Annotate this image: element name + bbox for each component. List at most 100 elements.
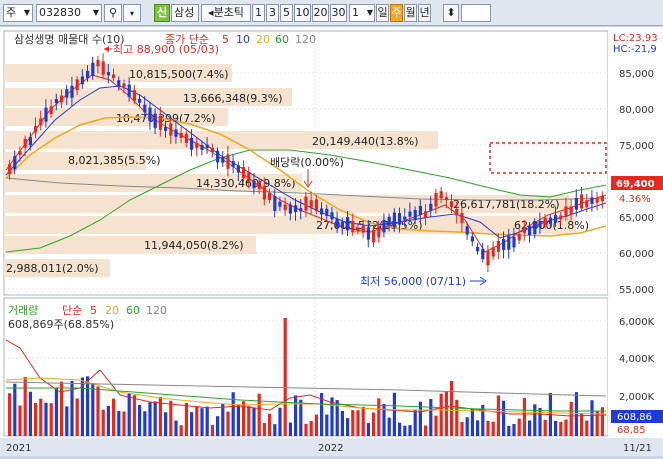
candle-body [143, 104, 147, 113]
time-label-current: 11/21 [623, 443, 652, 454]
volume-bar [44, 402, 48, 436]
time-label-2022: 2022 [318, 443, 343, 454]
interval-10[interactable]: 10 [294, 4, 311, 22]
candle-body [356, 227, 360, 232]
period-year[interactable]: 년 [418, 4, 431, 22]
volume-bar [101, 409, 105, 436]
volume-bar [143, 411, 147, 436]
ma-legend-20: 20 [256, 33, 270, 46]
candle-body [304, 196, 308, 211]
candle-body [49, 106, 53, 115]
candle-body [600, 196, 604, 202]
ma-legend-60: 60 [275, 33, 289, 46]
extra-input[interactable] [461, 4, 491, 22]
volume-ma-20: 20 [105, 304, 119, 317]
candle-body [54, 99, 58, 104]
toolbar: 주 ▼ 032830 ▼ ⚲ ▾ 신 삼성 ◂분초틱 1 3 5 10 20 30 … [0, 0, 663, 26]
candle-body [361, 225, 365, 233]
volume-bar [569, 401, 573, 436]
new-badge[interactable]: 신 [154, 4, 170, 22]
menu-button[interactable]: ▾ [123, 4, 141, 22]
interval-5[interactable]: 5 [280, 4, 293, 22]
volume-bar [429, 399, 433, 436]
period-prefix[interactable]: ◂분초틱 [201, 4, 251, 22]
volume-bar [465, 417, 469, 436]
volume-bar [60, 381, 64, 436]
candle-body [444, 197, 448, 201]
volume-bar [304, 423, 308, 436]
candle-body [465, 226, 469, 235]
volume-bar [179, 425, 183, 436]
period-month[interactable]: 월 [404, 4, 417, 22]
volume-bar [283, 318, 287, 436]
candle-body [403, 216, 407, 220]
volume-bar [13, 383, 17, 436]
candle-body [60, 95, 64, 103]
volume-bar [96, 386, 100, 436]
volume-bar [439, 393, 443, 436]
interval-30[interactable]: 30 [330, 4, 347, 22]
stock-code-input[interactable]: 032830 ▼ [36, 4, 102, 22]
volume-bar [491, 421, 495, 436]
candle-body [522, 228, 526, 233]
volume-ma-label: 단순 [62, 304, 82, 317]
volume-bar [351, 410, 355, 436]
interval-value: 1 [352, 6, 359, 19]
candle-body [44, 107, 48, 122]
period-day[interactable]: 일 [376, 4, 389, 22]
volume-bar [278, 407, 282, 436]
stock-code-value: 032830 [39, 6, 81, 19]
volume-bar [434, 415, 438, 436]
volume-bar [408, 425, 412, 436]
candle-body [335, 218, 339, 228]
volume-bar [554, 420, 558, 436]
volume-bar [413, 409, 417, 436]
candle-body [507, 236, 511, 250]
interval-1[interactable]: 1 [252, 4, 265, 22]
volume-bar [153, 401, 157, 436]
profile-label: 14,330,460(9.8%) [196, 177, 296, 190]
candle-body [569, 206, 573, 215]
candle-body [184, 133, 188, 143]
chevron-down-icon: ▼ [92, 8, 99, 17]
stock-chart: 10,815,500(7.4%) 13,666,348(9.3%) 10,470… [0, 30, 663, 456]
candle-body [481, 248, 485, 259]
interval-input[interactable]: 1 ▼ [349, 4, 375, 22]
price-tick: 60,000 [619, 249, 654, 260]
volume-bar [507, 425, 511, 436]
candle-body [564, 206, 568, 217]
candle-body [314, 199, 318, 211]
volume-bar [455, 399, 459, 436]
interval-20[interactable]: 20 [312, 4, 329, 22]
volume-bar [216, 416, 220, 436]
candle-body [169, 123, 173, 136]
candle-body [585, 200, 589, 208]
candle-body [543, 217, 547, 225]
up-down-arrow-icon: ⬍ [446, 6, 456, 19]
candle-body [153, 113, 157, 129]
candle-body [138, 98, 142, 103]
candle-body [387, 216, 391, 226]
candle-body [548, 217, 552, 224]
scroll-button[interactable]: ⬍ [443, 4, 459, 22]
volume-bar [49, 403, 53, 436]
volume-bar [309, 420, 313, 436]
dropdown-icon: ▾ [129, 9, 134, 18]
candle-body [252, 180, 256, 189]
search-button[interactable]: ⚲ [104, 4, 122, 22]
volume-tick: 6,000K [619, 317, 655, 328]
interval-3[interactable]: 3 [266, 4, 279, 22]
volume-bar [262, 422, 266, 436]
volume-bar [590, 400, 594, 436]
volume-bar [585, 420, 589, 436]
volume-bar [403, 425, 407, 436]
period-week[interactable]: 주 [390, 4, 403, 22]
volume-bar [346, 418, 350, 436]
candle-body [496, 240, 500, 252]
price-tick: 85,000 [619, 69, 654, 80]
volume-ma-120: 120 [146, 304, 167, 317]
profile-label: 2,988,011(2.0%) [6, 262, 99, 275]
market-select[interactable]: 주 ▼ [3, 4, 33, 22]
volume-bar [231, 392, 235, 436]
candle-body [351, 220, 355, 233]
